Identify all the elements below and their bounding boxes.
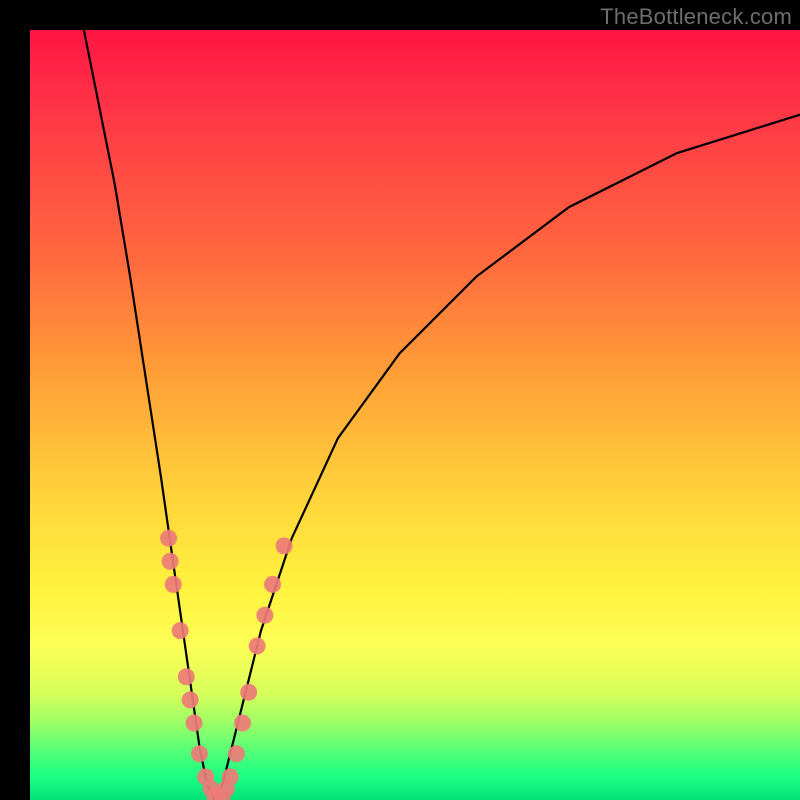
bottleneck-curve (84, 30, 800, 800)
data-point (191, 745, 208, 762)
watermark-label: TheBottleneck.com (600, 4, 792, 30)
data-point (162, 553, 179, 570)
data-point (256, 607, 273, 624)
data-point (172, 622, 189, 639)
data-point (178, 668, 195, 685)
marker-group (160, 530, 293, 800)
data-point (186, 715, 203, 732)
data-point (234, 715, 251, 732)
data-point (228, 745, 245, 762)
data-point (240, 684, 257, 701)
data-point (182, 691, 199, 708)
plot-area (30, 30, 800, 800)
curve-group (84, 30, 800, 800)
data-point (222, 768, 239, 785)
chart-frame: TheBottleneck.com (0, 0, 800, 800)
data-point (249, 638, 266, 655)
data-point (165, 576, 182, 593)
data-point (276, 537, 293, 554)
data-point (160, 530, 177, 547)
data-point (264, 576, 281, 593)
bottleneck-curve-svg (30, 30, 800, 800)
